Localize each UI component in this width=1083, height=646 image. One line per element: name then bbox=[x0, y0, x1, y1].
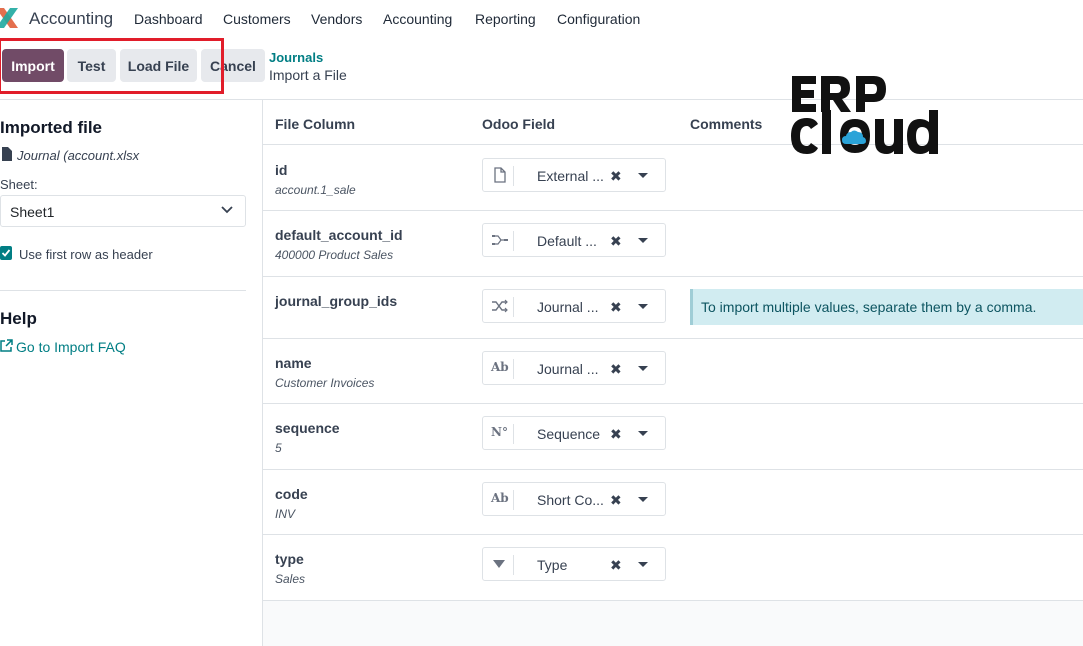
field-separator bbox=[513, 166, 514, 186]
external-link-icon bbox=[0, 339, 13, 352]
clear-icon[interactable]: ✖ bbox=[610, 557, 622, 574]
field-separator bbox=[513, 359, 514, 379]
breadcrumb-journals[interactable]: Journals bbox=[269, 50, 323, 65]
table-empty-area bbox=[263, 601, 1083, 646]
column-name: default_account_id bbox=[275, 227, 403, 243]
column-name: sequence bbox=[275, 420, 340, 436]
table-row: code INV Ab Short Co... ✖ bbox=[263, 470, 1083, 535]
menu-configuration[interactable]: Configuration bbox=[557, 11, 640, 27]
text-icon: Ab bbox=[491, 360, 509, 374]
imported-file-title: Imported file bbox=[0, 118, 103, 137]
accounting-app-icon[interactable] bbox=[0, 8, 18, 28]
odoo-field-select[interactable]: N° Sequence ✖ bbox=[482, 416, 666, 450]
field-label: Type bbox=[537, 557, 568, 573]
caret-down-icon[interactable] bbox=[638, 497, 648, 502]
field-label: Journal ... bbox=[537, 299, 599, 315]
field-separator bbox=[513, 490, 514, 510]
header-comments: Comments bbox=[690, 116, 763, 132]
many2one-icon bbox=[492, 235, 508, 245]
field-label: Journal ... bbox=[537, 361, 599, 377]
top-navbar: Accounting Dashboard Customers Vendors A… bbox=[0, 0, 1083, 38]
menu-customers[interactable]: Customers bbox=[223, 11, 291, 27]
selection-icon bbox=[493, 560, 505, 568]
table-row: type Sales Type ✖ bbox=[263, 535, 1083, 601]
column-name: id bbox=[275, 162, 288, 178]
imported-file-name: Journal (account.xlsx bbox=[17, 148, 140, 163]
field-label: Sequence bbox=[537, 426, 601, 442]
menu-dashboard[interactable]: Dashboard bbox=[134, 11, 203, 27]
field-label: Default ... bbox=[537, 233, 597, 249]
odoo-field-select[interactable]: Default ... ✖ bbox=[482, 223, 666, 257]
sheet-select[interactable]: Sheet1 bbox=[0, 195, 246, 227]
column-sample: account.1_sale bbox=[275, 183, 356, 197]
field-separator bbox=[513, 297, 514, 317]
clear-icon[interactable]: ✖ bbox=[610, 492, 622, 509]
table-row: name Customer Invoices Ab Journal ... ✖ bbox=[263, 339, 1083, 404]
clear-icon[interactable]: ✖ bbox=[610, 426, 622, 443]
field-separator bbox=[513, 555, 514, 575]
odoo-field-select[interactable]: Ab Journal ... ✖ bbox=[482, 351, 666, 385]
table-row: journal_group_ids Journal ... ✖ To impor… bbox=[263, 277, 1083, 339]
text-icon: Ab bbox=[491, 491, 509, 505]
use-header-label[interactable]: Use first row as header bbox=[19, 247, 153, 262]
menu-vendors[interactable]: Vendors bbox=[311, 11, 362, 27]
sidebar-section-divider bbox=[0, 290, 246, 291]
column-name: type bbox=[275, 551, 304, 567]
caret-down-icon[interactable] bbox=[638, 238, 648, 243]
header-file-column: File Column bbox=[275, 116, 356, 132]
caret-down-icon[interactable] bbox=[638, 304, 648, 309]
app-name[interactable]: Accounting bbox=[29, 9, 113, 29]
load-file-button[interactable]: Load File bbox=[120, 49, 197, 82]
odoo-field-select[interactable]: Ab Short Co... ✖ bbox=[482, 482, 666, 516]
clear-icon[interactable]: ✖ bbox=[610, 233, 622, 250]
column-name: journal_group_ids bbox=[275, 293, 398, 309]
caret-down-icon[interactable] bbox=[638, 173, 648, 178]
field-label: Short Co... bbox=[537, 492, 604, 508]
caret-down-icon[interactable] bbox=[638, 366, 648, 371]
import-button[interactable]: Import bbox=[2, 49, 64, 82]
table-row: default_account_id 400000 Product Sales … bbox=[263, 211, 1083, 277]
column-sample: 400000 Product Sales bbox=[275, 248, 394, 262]
clear-icon[interactable]: ✖ bbox=[610, 361, 622, 378]
field-separator bbox=[513, 424, 514, 444]
test-button[interactable]: Test bbox=[67, 49, 116, 82]
file-icon bbox=[494, 167, 506, 183]
caret-down-icon[interactable] bbox=[638, 431, 648, 436]
help-title: Help bbox=[0, 309, 37, 328]
column-sample: Sales bbox=[275, 572, 306, 586]
field-separator bbox=[513, 231, 514, 251]
clear-icon[interactable]: ✖ bbox=[610, 299, 622, 316]
many2many-icon bbox=[492, 299, 508, 313]
sheet-value: Sheet1 bbox=[10, 204, 55, 220]
menu-accounting[interactable]: Accounting bbox=[383, 11, 452, 27]
column-name: name bbox=[275, 355, 312, 371]
sheet-label: Sheet: bbox=[0, 177, 38, 192]
header-odoo-field: Odoo Field bbox=[482, 116, 556, 132]
column-sample: 5 bbox=[275, 441, 282, 455]
menu-reporting[interactable]: Reporting bbox=[475, 11, 536, 27]
odoo-field-select[interactable]: Journal ... ✖ bbox=[482, 289, 666, 323]
use-header-checkbox[interactable] bbox=[0, 246, 12, 260]
field-label: External ... bbox=[537, 168, 604, 184]
chevron-down-icon bbox=[221, 206, 233, 214]
table-row: sequence 5 N° Sequence ✖ bbox=[263, 404, 1083, 470]
erp-cloud-watermark-logo bbox=[791, 76, 938, 154]
comment-info-box: To import multiple values, separate them… bbox=[690, 289, 1083, 325]
checkmark-icon bbox=[1, 249, 11, 257]
clear-icon[interactable]: ✖ bbox=[610, 168, 622, 185]
odoo-field-select[interactable]: Type ✖ bbox=[482, 547, 666, 581]
column-name: code bbox=[275, 486, 308, 502]
import-faq-link[interactable]: Go to Import FAQ bbox=[16, 339, 126, 355]
file-icon bbox=[2, 147, 12, 161]
caret-down-icon[interactable] bbox=[638, 562, 648, 567]
odoo-field-select[interactable]: External ... ✖ bbox=[482, 158, 666, 192]
number-icon: N° bbox=[491, 425, 508, 439]
breadcrumb-current: Import a File bbox=[269, 67, 347, 83]
table-row: id account.1_sale External ... ✖ bbox=[263, 145, 1083, 211]
cancel-button[interactable]: Cancel bbox=[201, 49, 265, 82]
column-sample: INV bbox=[275, 507, 296, 521]
column-sample: Customer Invoices bbox=[275, 376, 375, 390]
